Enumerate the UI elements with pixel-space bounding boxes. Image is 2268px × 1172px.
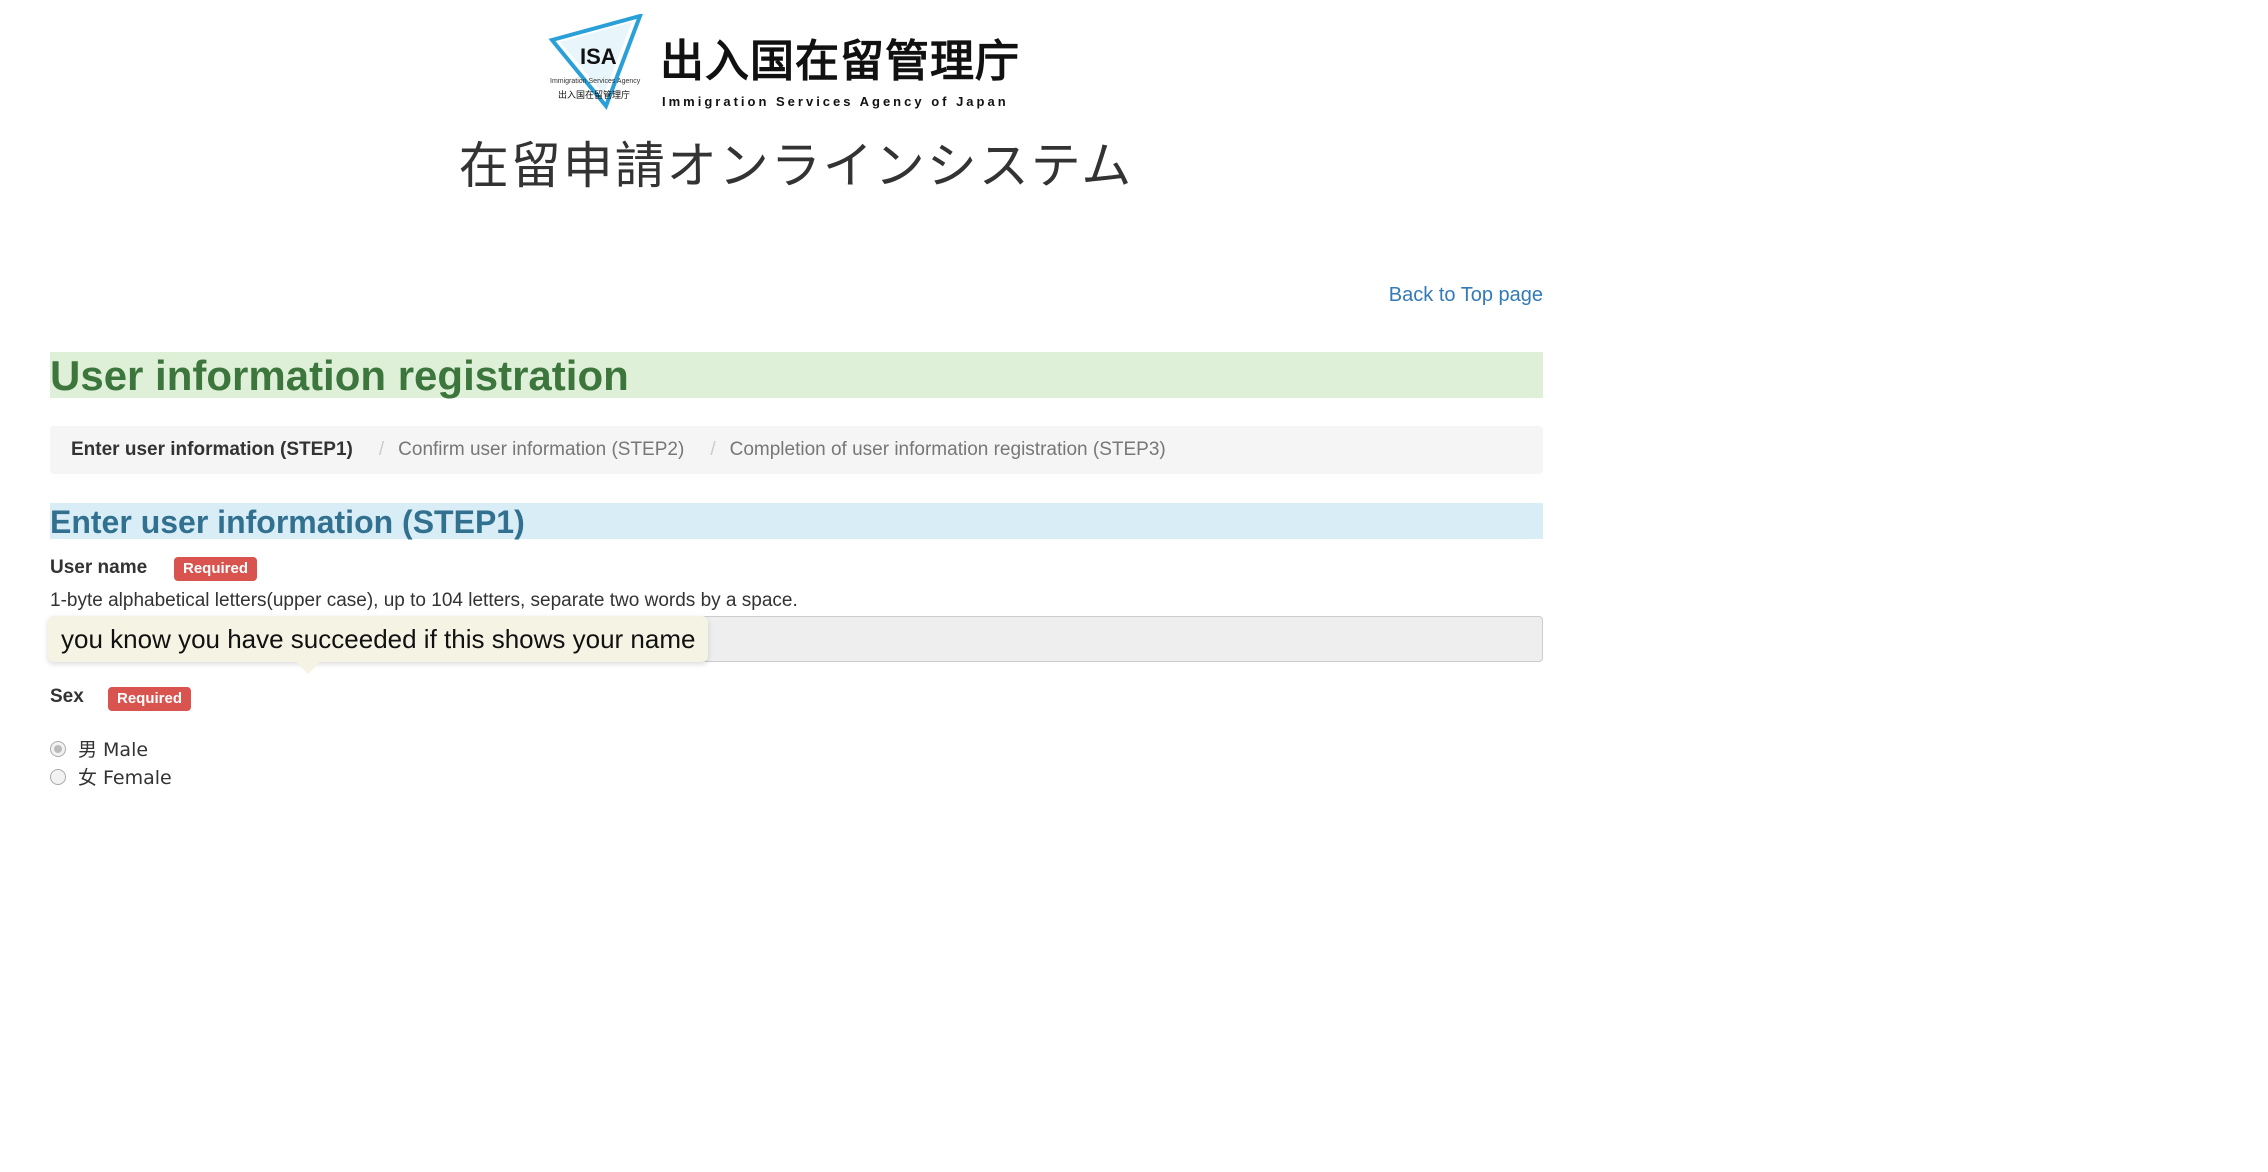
breadcrumb-separator: / — [378, 439, 385, 460]
user-name-required-badge: Required — [174, 557, 258, 581]
radio-male[interactable] — [50, 740, 66, 757]
system-title: 在留申請オンラインシステム — [458, 137, 1134, 195]
back-to-top-link[interactable]: Back to Top page — [1389, 284, 1543, 307]
user-name-tooltip: you know you have succeeded if this show… — [48, 616, 709, 662]
breadcrumb-step1: Enter user information (STEP1) — [71, 439, 353, 460]
user-name-label: User name — [50, 557, 148, 578]
logo-mark-text: ISA — [580, 44, 617, 69]
breadcrumb-separator: / — [710, 439, 716, 460]
radio-female-label: 女 Female — [78, 767, 172, 789]
radio-male-label: 男 Male — [78, 739, 149, 761]
user-name-help-text: 1-byte alphabetical letters(upper case),… — [50, 590, 798, 611]
page-title: User information registration — [50, 352, 1543, 399]
page: ISA Immigration Services Agency 出入国在留管理庁… — [0, 0, 1560, 800]
breadcrumb-step2: Confirm user information (STEP2) — [398, 439, 685, 460]
sex-option-male[interactable]: 男 Male — [50, 735, 148, 762]
radio-female[interactable] — [50, 768, 66, 785]
step-title: Enter user information (STEP1) — [50, 503, 1543, 540]
sex-option-female[interactable]: 女 Female — [50, 763, 172, 790]
logo-title-en: Immigration Services Agency of Japan — [662, 94, 1009, 109]
logo-title-jp: 出入国在留管理庁 — [660, 36, 1020, 87]
tooltip-tail — [296, 662, 320, 674]
logo-mark-jp: 出入国在留管理庁 — [558, 91, 631, 101]
breadcrumb-step3: Completion of user information registrat… — [729, 439, 1166, 460]
isa-logo[interactable]: ISA Immigration Services Agency 出入国在留管理庁… — [546, 14, 1026, 110]
sex-label: Sex — [50, 686, 84, 707]
logo-mark-subtitle: Immigration Services Agency — [550, 78, 641, 85]
breadcrumb: Enter user information (STEP1) / Confirm… — [50, 426, 1543, 474]
sex-required-badge: Required — [108, 687, 192, 711]
